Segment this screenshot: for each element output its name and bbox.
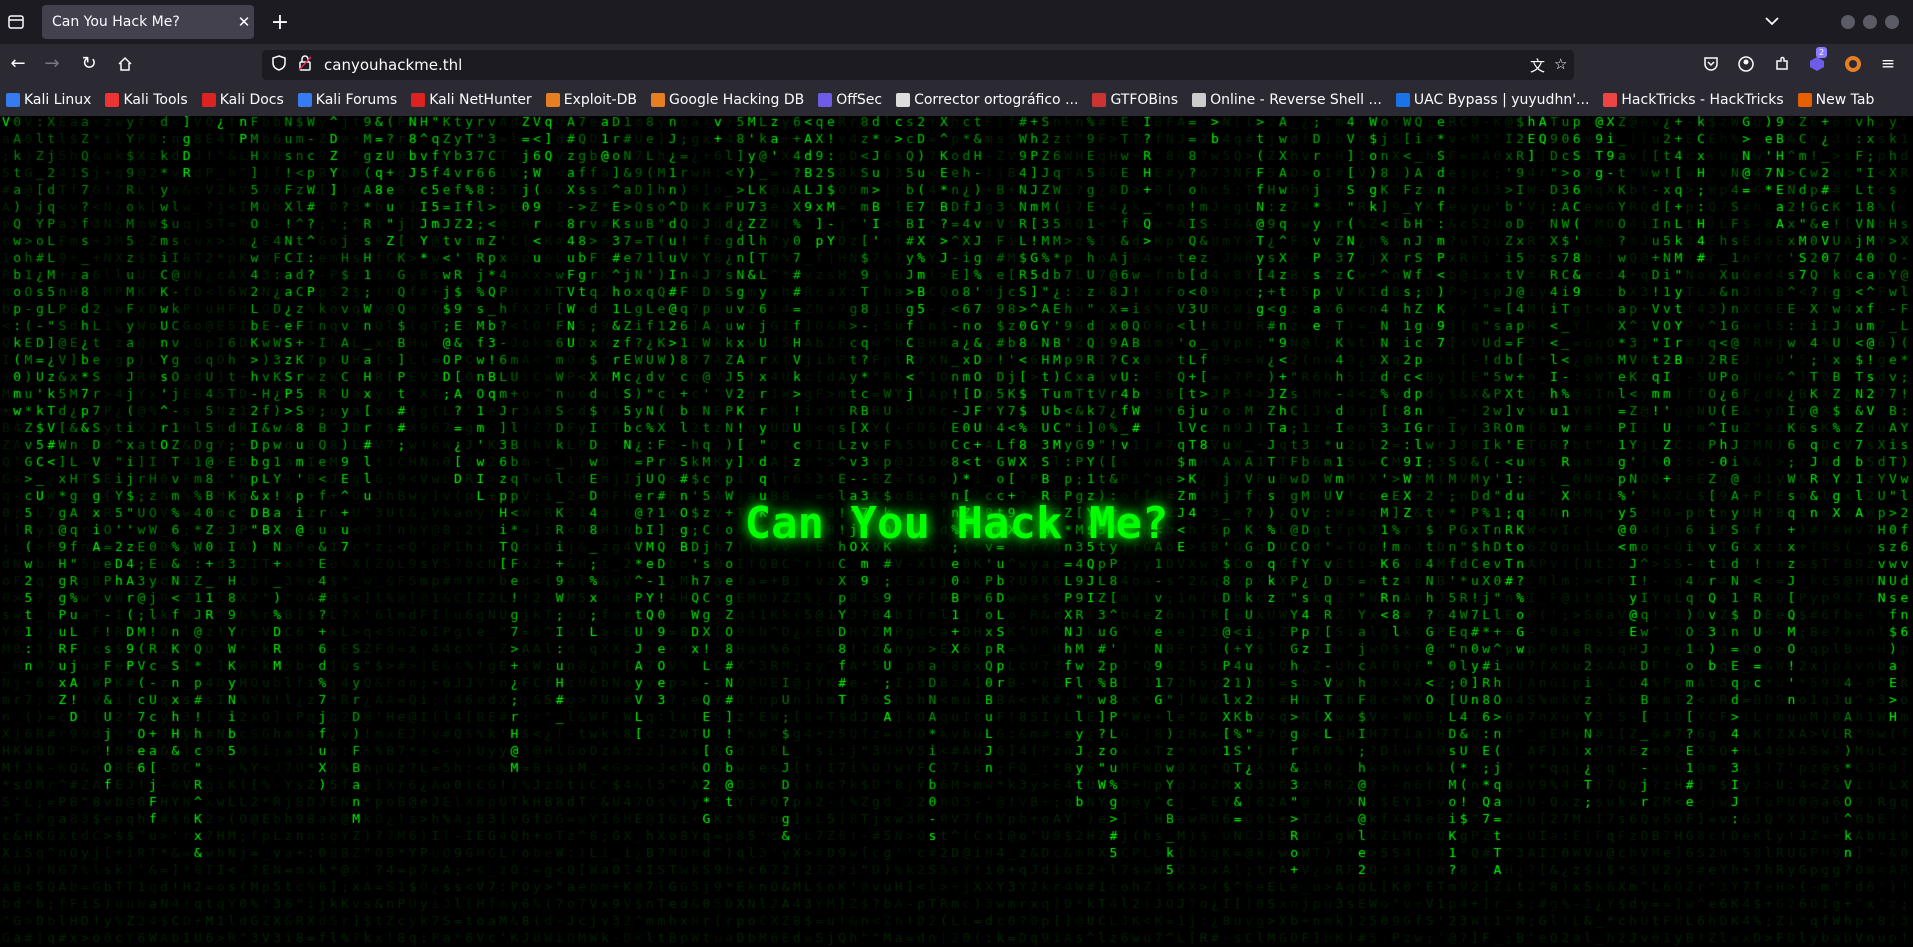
bookmark-favicon-icon (297, 93, 312, 107)
extensions-icon[interactable] (1771, 52, 1793, 79)
url-text[interactable]: canyouhackme.thl (324, 56, 462, 74)
tracking-protection-shield-icon[interactable] (272, 55, 286, 75)
list-all-tabs-chevron-icon[interactable] (1765, 15, 1779, 30)
bookmark-label: UAC Bypass | yuyudhn'... (1413, 92, 1590, 108)
bookmark-label: Kali Tools (123, 92, 188, 108)
insecure-lock-icon[interactable] (298, 55, 312, 75)
bookmark-favicon-icon (411, 93, 426, 107)
bookmark-item[interactable]: UAC Bypass | yuyudhn'... (1395, 92, 1590, 108)
close-window-button[interactable] (1885, 15, 1899, 29)
extension-badge: 2 (1816, 47, 1827, 58)
tab-list-icon[interactable] (2, 8, 30, 36)
account-icon[interactable] (1735, 52, 1757, 79)
minimize-button[interactable] (1841, 15, 1855, 29)
bookmark-label: Corrector ortográfico ... (914, 92, 1079, 108)
bookmark-favicon-icon (818, 93, 833, 107)
bookmark-star-icon[interactable]: ☆ (1554, 55, 1567, 73)
bookmark-favicon-icon (1395, 93, 1410, 107)
bookmark-item[interactable]: Kali Docs (201, 92, 284, 108)
bookmarks-toolbar: Kali Linux Kali Tools Kali Docs Kali Forums… (0, 84, 1913, 116)
tab-title: Can You Hack Me? (52, 14, 180, 30)
bookmark-favicon-icon (650, 93, 665, 107)
bookmark-favicon-icon (545, 93, 560, 107)
bookmark-label: Online - Reverse Shell ... (1210, 92, 1382, 108)
reload-icon[interactable]: ↻ (77, 52, 101, 76)
menu-hamburger-icon[interactable]: ≡ (1877, 52, 1899, 76)
forward-icon[interactable]: → (40, 52, 64, 76)
foxyproxy-icon[interactable] (1842, 52, 1864, 80)
bookmark-item[interactable]: Exploit-DB (545, 92, 637, 108)
bookmark-label: Kali Docs (219, 92, 284, 108)
bookmark-favicon-icon (1092, 93, 1107, 107)
translate-icon[interactable]: 文 (1530, 55, 1545, 76)
back-icon[interactable]: ← (6, 52, 30, 76)
bookmark-item[interactable]: Kali Forums (297, 92, 398, 108)
bookmark-item[interactable]: Corrector ortográfico ... (896, 92, 1078, 108)
bookmark-label: Kali Linux (24, 92, 92, 108)
bookmark-item[interactable]: Google Hacking DB (650, 92, 805, 108)
bookmark-item[interactable]: OffSec (818, 92, 882, 108)
bookmark-label: Kali NetHunter (429, 92, 532, 108)
bookmark-label: Kali Forums (315, 92, 398, 108)
page-content: Can You Hack Me? (0, 116, 1913, 947)
bookmark-label: OffSec (836, 92, 883, 108)
bookmark-favicon-icon (1603, 93, 1618, 107)
url-bar[interactable]: canyouhackme.thl 文 ☆ (262, 50, 1574, 80)
close-tab-icon[interactable]: ✕ (234, 13, 254, 31)
bookmark-label: Exploit-DB (563, 92, 637, 108)
bookmark-label: GTFOBins (1110, 92, 1179, 108)
tab-bar: Can You Hack Me? ✕ + (0, 0, 1913, 44)
bookmark-item[interactable]: Online - Reverse Shell ... (1192, 92, 1382, 108)
bookmark-item[interactable]: New Tab (1797, 92, 1875, 108)
navigation-toolbar: ← → ↻ canyouhackme.thl 文 ☆ 2 ≡ (0, 44, 1913, 84)
bookmark-item[interactable]: Kali Tools (105, 92, 188, 108)
bookmark-favicon-icon (201, 93, 216, 107)
bookmark-favicon-icon (1797, 93, 1812, 107)
pocket-icon[interactable] (1700, 52, 1722, 79)
bookmark-favicon-icon (105, 93, 120, 107)
bookmark-label: HackTricks - HackTricks (1621, 92, 1784, 108)
page-headline: Can You Hack Me? (744, 498, 1169, 549)
bookmark-label: Google Hacking DB (668, 92, 805, 108)
bookmark-item[interactable]: HackTricks - HackTricks (1603, 92, 1784, 108)
home-icon[interactable] (113, 52, 137, 76)
bookmark-item[interactable]: Kali Linux (6, 92, 91, 108)
bookmark-favicon-icon (1192, 93, 1207, 107)
maximize-button[interactable] (1863, 15, 1877, 29)
new-tab-button[interactable]: + (268, 10, 292, 35)
tab-active[interactable]: Can You Hack Me? ✕ (42, 5, 254, 39)
bookmark-favicon-icon (6, 93, 20, 107)
bookmark-label: New Tab (1815, 92, 1875, 108)
bookmark-item[interactable]: Kali NetHunter (411, 92, 532, 108)
bookmark-item[interactable]: GTFOBins (1092, 92, 1178, 108)
bookmark-favicon-icon (896, 93, 911, 107)
